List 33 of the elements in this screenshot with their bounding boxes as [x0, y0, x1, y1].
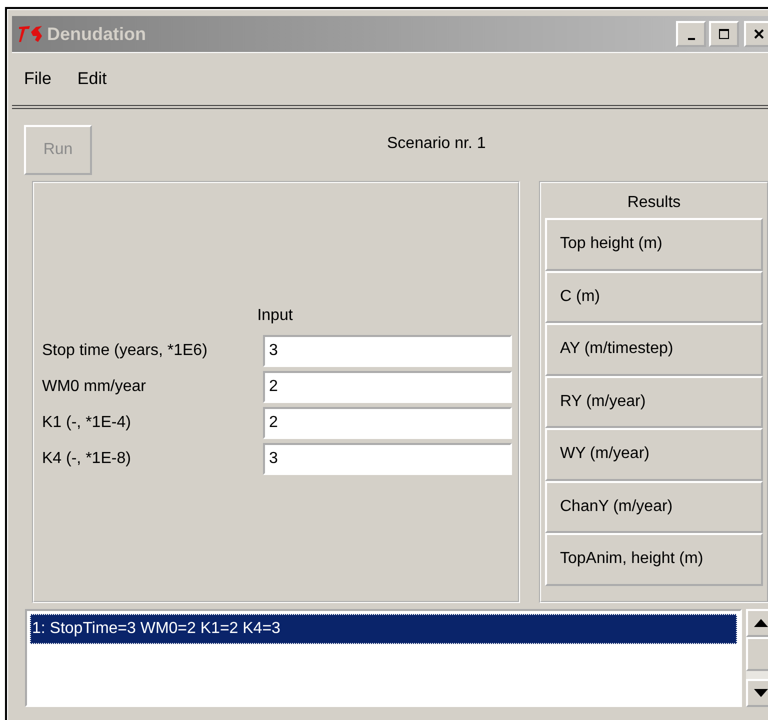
scroll-thumb[interactable] [746, 637, 768, 671]
menu-item[interactable]: File [24, 69, 52, 89]
result-button[interactable]: TopAnim, height (m) [545, 533, 763, 586]
scrollbar[interactable] [746, 609, 768, 707]
input-field[interactable]: 2 [263, 371, 512, 403]
scroll-up-button[interactable] [746, 609, 768, 637]
field-label: WM0 mm/year [42, 378, 147, 396]
result-button[interactable]: WY (m/year) [545, 428, 763, 480]
up-arrow-icon [754, 619, 768, 627]
field-label: K4 (-, *1E-8) [42, 450, 132, 468]
result-button[interactable]: RY (m/year) [545, 376, 763, 428]
input-field[interactable]: 3 [263, 443, 512, 475]
scenario-label: Scenario nr. 1 [387, 135, 486, 153]
result-button[interactable]: C (m) [545, 270, 763, 323]
result-button[interactable]: AY (m/timestep) [545, 323, 763, 376]
input-field[interactable]: 3 [263, 335, 512, 367]
scroll-down-button[interactable] [746, 679, 768, 707]
result-button[interactable]: ChanY (m/year) [545, 480, 763, 533]
minimize-icon [688, 38, 694, 40]
close-icon [753, 28, 765, 40]
close-button[interactable] [744, 21, 768, 47]
input-heading: Input [257, 307, 293, 325]
input-field[interactable]: 2 [263, 407, 512, 439]
down-arrow-icon [754, 689, 768, 697]
maximize-button[interactable] [709, 21, 739, 47]
maximize-icon [718, 28, 730, 40]
results-heading: Results [627, 193, 681, 213]
field-label: Stop time (years, *1E6) [42, 342, 208, 360]
menu-item[interactable]: Edit [77, 69, 107, 89]
window-title: Denudation [47, 24, 147, 44]
field-label: K1 (-, *1E-4) [42, 414, 132, 432]
result-button[interactable]: Top height (m) [545, 218, 763, 270]
log-entry[interactable]: 1: StopTime=3 WM0=2 K1=2 K4=3 [30, 614, 737, 644]
